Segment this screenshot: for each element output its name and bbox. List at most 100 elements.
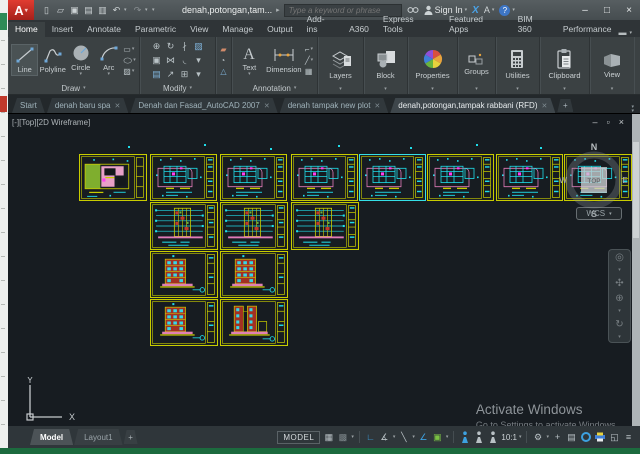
mirror-icon[interactable]: ⋈ (164, 54, 177, 67)
save-as-icon[interactable]: ▤ (82, 2, 95, 18)
model-tab[interactable]: Model (30, 429, 73, 445)
cad-drawing-frame-sec[interactable] (220, 202, 288, 250)
chevron-down-icon[interactable]: ▾ (366, 87, 405, 94)
annotation-panel-label[interactable]: Annotation▾ (234, 82, 315, 94)
leader-icon[interactable]: ⌐ (305, 45, 310, 54)
cad-drawing-frame-plan[interactable] (496, 154, 563, 201)
table-icon[interactable]: ▦ (305, 67, 313, 76)
rectangle-icon[interactable]: ▭ (123, 45, 131, 54)
redo-dropdown-icon[interactable]: ▾ (145, 7, 151, 13)
erase-icon[interactable]: ▨ (192, 40, 205, 53)
graphics-performance-icon[interactable] (580, 430, 591, 444)
fullscreen-icon[interactable]: ◱ (609, 430, 620, 444)
orbit-icon[interactable]: ↻ (615, 319, 623, 330)
annotation-scale-person-icon[interactable] (487, 430, 498, 444)
file-tab-active[interactable]: denah,potongan,tampak rabbani (RFD)✕ (390, 98, 555, 113)
chevron-down-icon[interactable]: ▾ (132, 46, 135, 52)
multileader-icon[interactable]: ╱ (305, 56, 310, 65)
application-menu-button[interactable]: A▾ (8, 0, 34, 20)
ribbon-tab-addins[interactable]: Add-ins (300, 12, 342, 37)
vertical-scrollbar[interactable] (632, 114, 640, 426)
close-icon[interactable]: ✕ (374, 102, 380, 110)
groups-button[interactable]: Groups (464, 50, 489, 76)
utilities-button[interactable]: Utilities (505, 46, 529, 80)
viewport-close-button[interactable]: × (619, 117, 624, 127)
polyline-button[interactable]: Polyline (39, 45, 66, 75)
drawing-canvas[interactable]: [-][Top][2D Wireframe] – ▫ × N W E S TOP… (8, 113, 640, 426)
cad-drawing-frame-plan[interactable] (150, 154, 217, 201)
ribbon-tab-view[interactable]: View (183, 22, 215, 37)
ribbon-tab-featured-apps[interactable]: Featured Apps (442, 12, 511, 37)
copy-icon[interactable]: ▣ (150, 54, 163, 67)
scale-icon[interactable]: ↗ (164, 68, 177, 81)
chevron-down-icon[interactable]: ▾ (410, 87, 455, 94)
stretch-icon[interactable]: ▤ (150, 68, 163, 81)
chevron-down-icon[interactable]: ▾ (311, 46, 314, 52)
ribbon-tab-parametric[interactable]: Parametric (128, 22, 183, 37)
chevron-down-icon[interactable]: ▾ (460, 87, 493, 94)
ribbon-display-options-button[interactable]: ▬ ▾ (619, 28, 633, 37)
model-space-button[interactable]: MODEL (277, 431, 320, 444)
region-icon[interactable]: △ (220, 67, 226, 76)
ribbon-tab-annotate[interactable]: Annotate (80, 22, 128, 37)
cad-drawing-frame-plan[interactable] (220, 154, 287, 201)
chevron-down-icon[interactable]: ▾ (311, 57, 314, 63)
modify-panel-label[interactable]: Modify▾ (142, 82, 213, 94)
move-icon[interactable]: ⊕ (150, 40, 163, 53)
chevron-down-icon[interactable]: ▾ (80, 73, 83, 76)
chevron-down-icon[interactable]: ▾ (542, 87, 587, 94)
chevron-down-icon[interactable]: ▾ (351, 434, 354, 440)
annotation-monitor-icon[interactable]: + (552, 430, 563, 444)
cad-drawing-frame-plan[interactable] (359, 154, 426, 201)
chevron-down-icon[interactable]: ▾ (412, 434, 415, 440)
chevron-down-icon[interactable]: ▾ (192, 54, 205, 67)
redo-icon[interactable]: ↷ (131, 2, 144, 18)
circle-button[interactable]: Circle ▾ (67, 43, 94, 77)
workspace-switching-icon[interactable]: ⚙ (532, 430, 543, 444)
grid-display-icon[interactable]: ▩ (337, 430, 348, 444)
chevron-down-icon[interactable]: ▾ (446, 434, 449, 440)
cad-drawing-frame-elev2[interactable] (220, 299, 288, 346)
close-icon[interactable]: ✕ (115, 102, 121, 110)
view-button[interactable]: View (601, 47, 623, 79)
chevron-down-icon[interactable]: ▾ (108, 73, 111, 76)
quick-properties-icon[interactable]: ▤ (566, 430, 577, 444)
cad-drawing-frame-elev[interactable] (220, 251, 288, 298)
trim-icon[interactable]: ∤ (178, 40, 191, 53)
file-tab-start[interactable]: Start (12, 98, 45, 113)
chevron-down-icon[interactable]: ▾ (132, 68, 135, 74)
file-tab[interactable]: denah tampak new plot✕ (280, 98, 389, 113)
cad-drawing-frame-sec[interactable] (291, 202, 359, 250)
tab-overflow-icon[interactable]: ▾▾ (631, 105, 634, 113)
viewport-controls-label[interactable]: [-][Top][2D Wireframe] (12, 118, 90, 127)
cad-drawing-frame-plan[interactable] (427, 154, 494, 201)
save-icon[interactable]: ▣ (68, 2, 81, 18)
scrollbar-thumb[interactable] (633, 142, 639, 238)
undo-dropdown-icon[interactable]: ▾ (124, 7, 130, 13)
properties-button[interactable]: Properties (415, 46, 449, 80)
ribbon-tab-manage[interactable]: Manage (215, 22, 260, 37)
new-layout-button[interactable]: + (124, 430, 138, 444)
chevron-down-icon[interactable]: ▾ (393, 434, 396, 440)
object-snap-icon[interactable]: ▣ (432, 430, 443, 444)
arc-button[interactable]: Arc ▾ (95, 43, 122, 77)
ribbon-tab-a360[interactable]: A360 (342, 22, 376, 37)
customization-menu-icon[interactable]: ≡ (623, 430, 634, 444)
cad-drawing-frame-sec[interactable] (150, 202, 218, 250)
cad-drawing-frame-elev[interactable] (150, 299, 218, 346)
object-snap-tracking-icon[interactable]: ∠ (418, 430, 429, 444)
ribbon-tab-performance[interactable]: Performance (556, 22, 619, 37)
ribbon-tab-home[interactable]: Home (8, 22, 45, 37)
navigation-wheel-icon[interactable]: ◎ (615, 252, 624, 263)
chevron-down-icon[interactable]: ▾ (248, 73, 251, 76)
ribbon-tab-output[interactable]: Output (260, 22, 300, 37)
block-button[interactable]: Block (374, 46, 398, 80)
ribbon-tab-bim360[interactable]: BIM 360 (511, 12, 556, 37)
line-button[interactable]: Line (11, 44, 38, 76)
array-icon[interactable]: ⊞ (178, 68, 191, 81)
zoom-icon[interactable]: ⊕ (615, 293, 623, 304)
ribbon-tab-express-tools[interactable]: Express Tools (376, 12, 442, 37)
clipboard-button[interactable]: Clipboard (548, 46, 580, 80)
cad-drawing-frame-elev[interactable] (150, 251, 218, 298)
new-drawing-tab-button[interactable]: + (557, 99, 573, 112)
